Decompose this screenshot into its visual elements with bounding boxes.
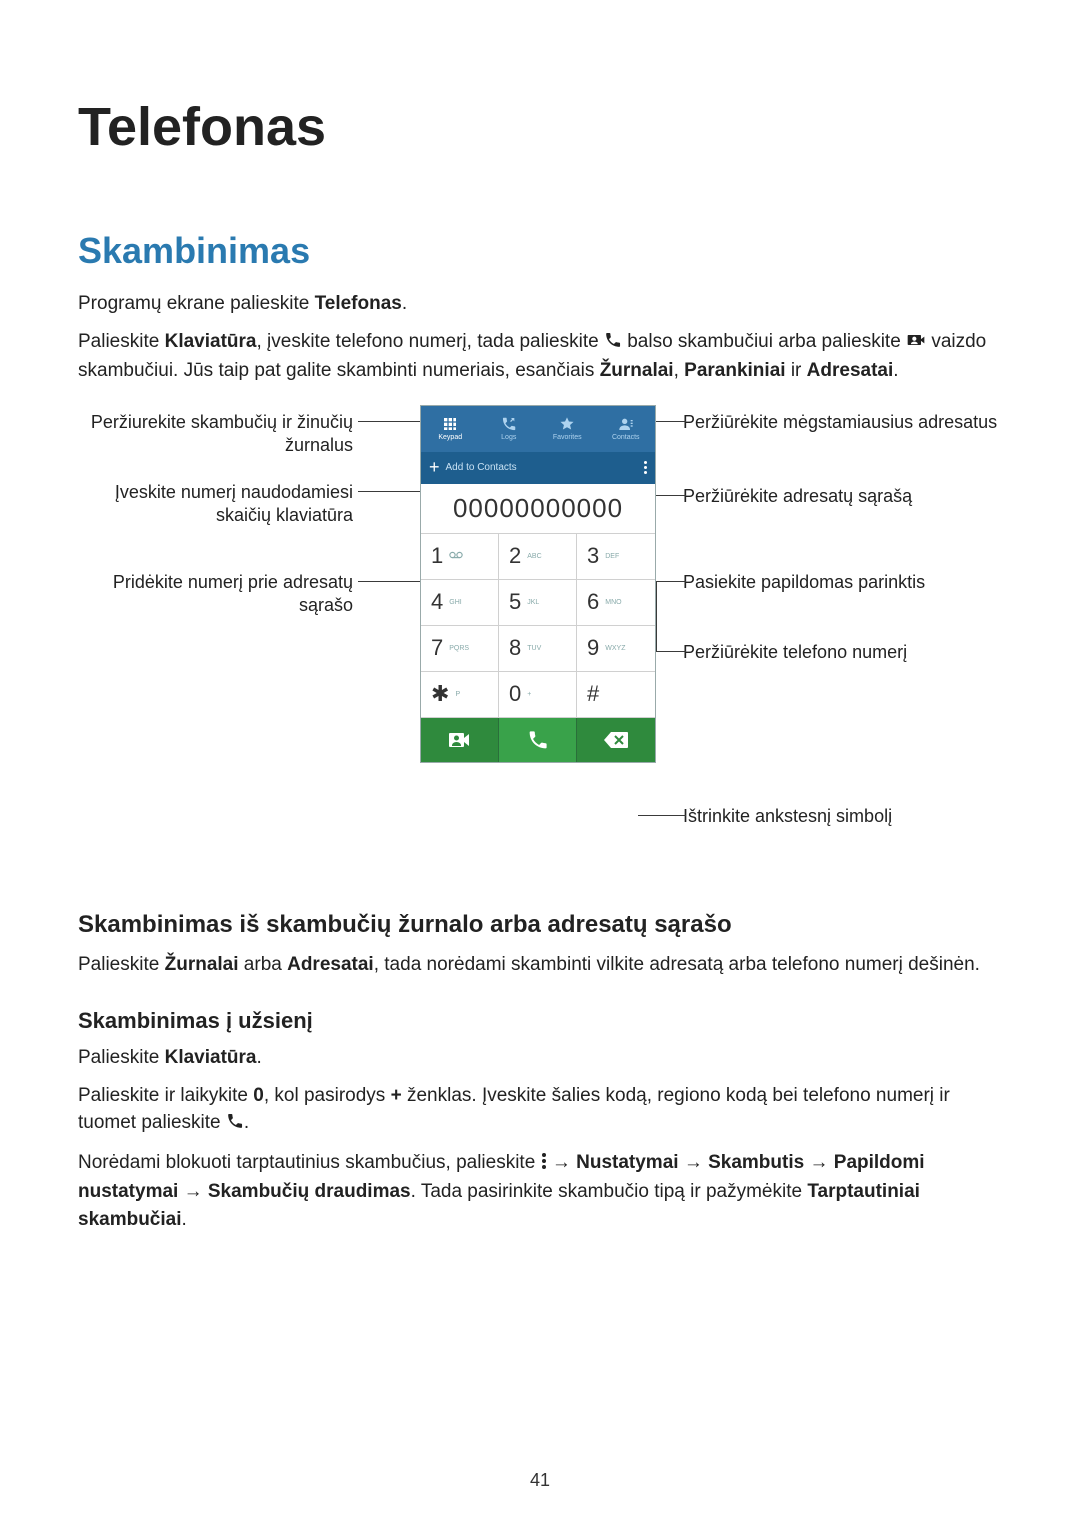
phone-icon <box>226 1111 244 1139</box>
key-2[interactable]: 2ABC <box>499 534 577 580</box>
key-5[interactable]: 5JKL <box>499 580 577 626</box>
text: → <box>547 1152 577 1173</box>
label-keypad: Įveskite numerį naudodamiesi skaičių kla… <box>78 481 353 528</box>
add-to-contacts-row[interactable]: + Add to Contacts <box>421 452 655 484</box>
text: , įveskite telefono numerį, tada paliesk… <box>256 331 603 352</box>
label-phone-number: Peržiūrėkite telefono numerį <box>683 641 998 664</box>
phone-icon <box>604 330 622 358</box>
key-star[interactable]: ✱P <box>421 672 499 718</box>
text-bold: Adresatai <box>807 360 894 381</box>
page-number: 41 <box>0 1470 1080 1491</box>
tab-label: Contacts <box>612 434 640 441</box>
text: → <box>178 1181 208 1202</box>
star-icon <box>559 416 575 432</box>
entered-number: 00000000000 <box>421 484 655 534</box>
key-0[interactable]: 0+ <box>499 672 577 718</box>
text-bold: + <box>391 1085 402 1106</box>
backspace-icon <box>603 731 629 749</box>
body-text-intl-2: Palieskite ir laikykite 0, kol pasirodys… <box>78 1082 1002 1139</box>
text-bold: Adresatai <box>287 954 374 975</box>
text: Palieskite ir laikykite <box>78 1085 253 1106</box>
phone-mockup: Keypad Logs Favorites Contacts + <box>420 405 656 763</box>
video-call-button[interactable] <box>421 718 499 762</box>
text-bold: Žurnalai <box>600 360 674 381</box>
voice-call-button[interactable] <box>499 718 577 762</box>
text: Palieskite <box>78 954 165 975</box>
dialer-keypad: 1 2ABC 3DEF 4GHI 5JKL 6MNO 7PQRS 8TUV 9W… <box>421 534 655 718</box>
label-more-options: Pasiekite papildomas parinktis <box>683 571 998 594</box>
backspace-button[interactable] <box>577 718 655 762</box>
body-text-instructions: Palieskite Klaviatūra, įveskite telefono… <box>78 328 1002 385</box>
text: arba <box>239 954 288 975</box>
text: . <box>182 1209 187 1230</box>
more-options-icon[interactable] <box>644 461 647 474</box>
label-contacts-list: Peržiūrėkite adresatų sąrašą <box>683 485 998 508</box>
keypad-icon <box>442 416 458 432</box>
text-bold: Telefonas <box>315 293 402 314</box>
key-7[interactable]: 7PQRS <box>421 626 499 672</box>
phone-icon <box>527 729 549 751</box>
text-bold: Klaviatūra <box>165 1047 257 1068</box>
video-call-icon <box>906 330 926 358</box>
text-bold: Nustatymai <box>576 1152 678 1173</box>
text: → <box>804 1152 834 1173</box>
text-bold: 0 <box>253 1085 264 1106</box>
body-text-intl-1: Palieskite Klaviatūra. <box>78 1044 1002 1072</box>
key-4[interactable]: 4GHI <box>421 580 499 626</box>
text: Palieskite <box>78 331 165 352</box>
add-label: Add to Contacts <box>446 462 517 473</box>
text-bold: Skambučių draudimas <box>208 1181 411 1202</box>
text: , tada norėdami skambinti vilkite adresa… <box>374 954 980 975</box>
tab-logs[interactable]: Logs <box>480 406 539 452</box>
body-text-intl-3: Norėdami blokuoti tarptautinius skambuči… <box>78 1149 1002 1234</box>
subsection-intl-heading: Skambinimas į užsienį <box>78 1008 1002 1034</box>
video-call-icon <box>448 730 472 750</box>
text: balso skambučiui arba palieskite <box>627 331 906 352</box>
text: Norėdami blokuoti tarptautinius skambuči… <box>78 1152 541 1173</box>
key-hash[interactable]: # <box>577 672 655 718</box>
voicemail-icon <box>449 551 463 561</box>
text: Programų ekrane palieskite <box>78 293 315 314</box>
phone-screenshot-diagram: Peržiurekite skambučių ir žinučių žurnal… <box>78 405 998 875</box>
text: . <box>256 1047 261 1068</box>
plus-icon: + <box>429 457 440 478</box>
label-delete: Ištrinkite ankstesnį simbolį <box>683 805 998 828</box>
body-text-log: Palieskite Žurnalai arba Adresatai, tada… <box>78 951 1002 979</box>
text: . <box>893 360 898 381</box>
key-1[interactable]: 1 <box>421 534 499 580</box>
text: . Tada pasirinkite skambučio tipą ir paž… <box>411 1181 808 1202</box>
logs-icon <box>501 416 517 432</box>
section-calling-heading: Skambinimas <box>78 230 1002 272</box>
text: → <box>679 1152 709 1173</box>
key-6[interactable]: 6MNO <box>577 580 655 626</box>
tab-favorites[interactable]: Favorites <box>538 406 597 452</box>
tab-label: Keypad <box>438 434 462 441</box>
page-title: Telefonas <box>78 96 1002 158</box>
text: ir <box>786 360 807 381</box>
label-add-contact: Pridėkite numerį prie adresatų sąrašo <box>78 571 353 618</box>
body-text-apps: Programų ekrane palieskite Telefonas. <box>78 290 1002 318</box>
text-bold: Klaviatūra <box>165 331 257 352</box>
text: . <box>244 1112 249 1133</box>
tab-label: Logs <box>501 434 516 441</box>
key-9[interactable]: 9WXYZ <box>577 626 655 672</box>
text: , kol pasirodys <box>264 1085 391 1106</box>
key-3[interactable]: 3DEF <box>577 534 655 580</box>
person-icon <box>618 416 634 432</box>
subsection-log-heading: Skambinimas iš skambučių žurnalo arba ad… <box>78 911 1002 939</box>
tab-contacts[interactable]: Contacts <box>597 406 656 452</box>
text-bold: Skambutis <box>708 1152 804 1173</box>
text-bold: Parankiniai <box>684 360 785 381</box>
text: . <box>402 293 407 314</box>
tab-label: Favorites <box>553 434 582 441</box>
key-8[interactable]: 8TUV <box>499 626 577 672</box>
label-logs: Peržiurekite skambučių ir žinučių žurnal… <box>78 411 353 458</box>
tab-keypad[interactable]: Keypad <box>421 406 480 452</box>
text: Palieskite <box>78 1047 165 1068</box>
label-favorites: Peržiūrėkite mėgstamiausius adresatus <box>683 411 998 434</box>
text-bold: Žurnalai <box>165 954 239 975</box>
text: , <box>674 360 685 381</box>
